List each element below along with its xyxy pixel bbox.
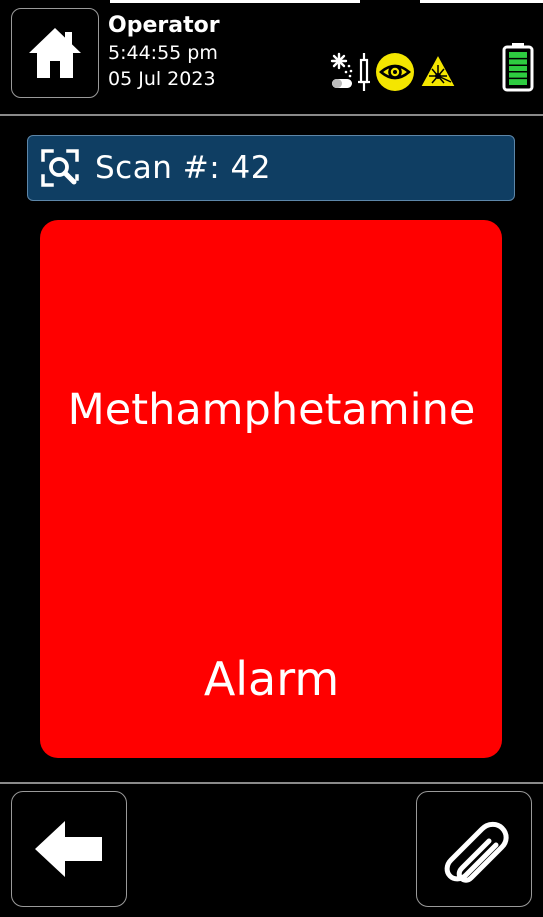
top-edge	[0, 0, 543, 3]
status-icons	[330, 52, 460, 94]
alarm-status: Alarm	[203, 652, 340, 706]
arrow-left-icon	[35, 821, 102, 877]
scan-search-icon	[41, 149, 79, 187]
scan-bar[interactable]: Scan #: 42	[27, 135, 515, 201]
footer-divider	[0, 782, 543, 784]
user-name: Operator	[108, 13, 220, 38]
detected-substance: Methamphetamine	[67, 385, 476, 435]
home-icon	[29, 28, 81, 78]
attach-button[interactable]	[416, 791, 532, 907]
eye-safety-icon	[375, 52, 415, 96]
back-button[interactable]	[11, 791, 127, 907]
user-info: Operator 5:44:55 pm 05 Jul 2023	[108, 12, 220, 92]
home-button[interactable]	[11, 8, 99, 98]
clock-time: 5:44:55 pm	[108, 42, 218, 64]
scan-number: Scan #: 42	[95, 150, 271, 186]
battery-icon	[502, 42, 534, 92]
header-divider	[0, 114, 543, 116]
clock-date: 05 Jul 2023	[108, 68, 216, 90]
laser-warning-icon	[418, 52, 458, 94]
paperclip-icon	[444, 821, 509, 883]
chemical-sample-icon	[330, 52, 372, 96]
